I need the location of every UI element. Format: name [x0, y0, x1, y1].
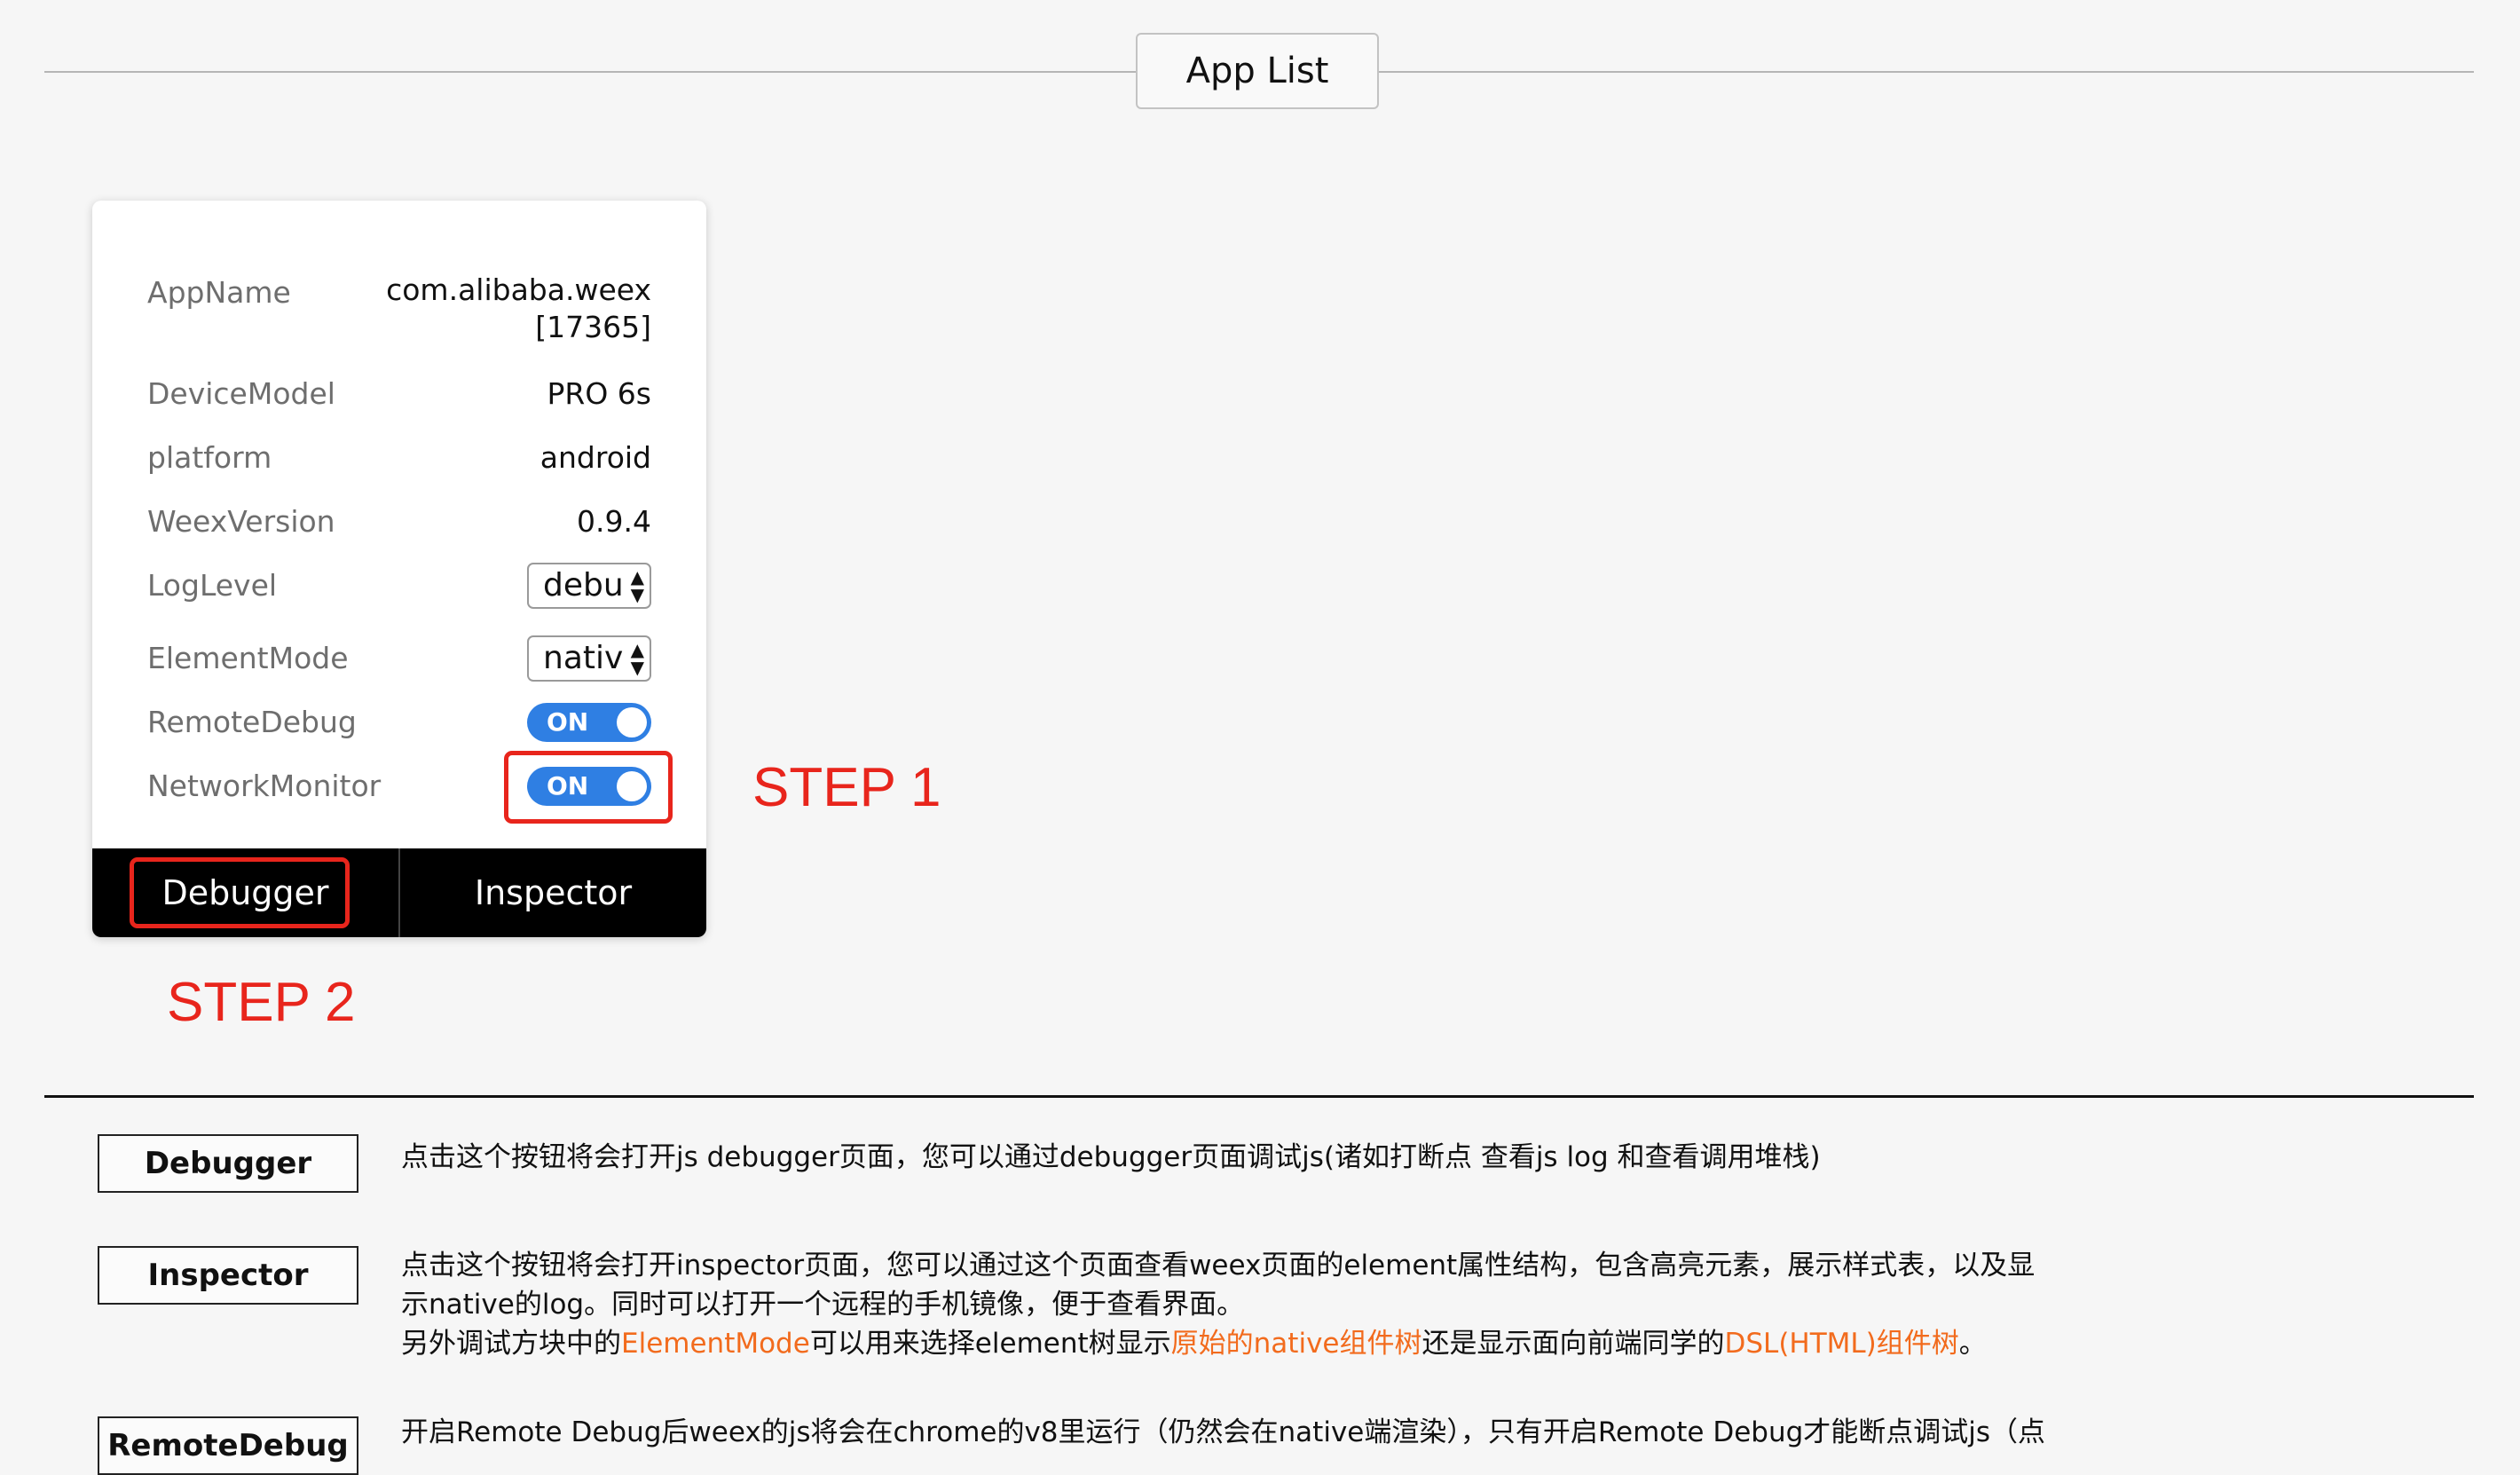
appname-label: AppName — [147, 275, 291, 310]
doc-remotedebug-label: RemoteDebug — [107, 1428, 349, 1463]
app-list-tab[interactable]: App List — [1136, 33, 1379, 109]
dsl-tree-highlight: DSL(HTML)组件树 — [1724, 1328, 1959, 1360]
weexversion-label: WeexVersion — [147, 504, 335, 539]
line3-part-e: 还是显示面向前端同学的 — [1421, 1328, 1725, 1360]
networkmonitor-label: NetworkMonitor — [147, 769, 382, 803]
doc-debugger-label: Debugger — [144, 1146, 312, 1181]
devicemodel-label: DeviceModel — [147, 376, 335, 411]
doc-remotedebug-button[interactable]: RemoteDebug — [98, 1416, 358, 1475]
remotedebug-toggle[interactable]: ON — [527, 703, 651, 742]
doc-inspector-line2: 示native的log。同时可以打开一个远程的手机镜像，便于查看界面。 — [401, 1289, 1245, 1321]
inspector-button-label: Inspector — [474, 873, 633, 912]
weexversion-value: 0.9.4 — [577, 504, 651, 539]
doc-inspector-text: 点击这个按钮将会打开inspector页面，您可以通过这个页面查看weex页面的… — [401, 1246, 2035, 1363]
section-divider — [44, 1095, 2474, 1098]
line3-part-a: 另外调试方块中的 — [401, 1328, 621, 1360]
doc-inspector-line3: 另外调试方块中的ElementMode可以用来选择element树显示原始的na… — [401, 1324, 2035, 1363]
toggle-knob — [617, 707, 647, 738]
remotedebug-label: RemoteDebug — [147, 705, 357, 739]
step2-highlight-box — [130, 857, 350, 928]
header-rule-left — [44, 71, 1136, 73]
native-tree-highlight: 原始的native组件树 — [1170, 1328, 1422, 1360]
appname-value-line2: [17365] — [535, 310, 651, 344]
doc-inspector-button[interactable]: Inspector — [98, 1246, 358, 1305]
elementmode-select[interactable]: native ▲▼ — [527, 635, 651, 682]
elementmode-label: ElementMode — [147, 641, 349, 675]
doc-debugger-button[interactable]: Debugger — [98, 1134, 358, 1193]
step2-annotation: STEP 2 — [167, 972, 356, 1033]
loglevel-label: LogLevel — [147, 568, 278, 603]
header-rule-right — [1379, 71, 2474, 73]
doc-inspector-label: Inspector — [147, 1258, 309, 1293]
step1-annotation: STEP 1 — [752, 757, 941, 818]
inspector-button[interactable]: Inspector — [400, 848, 706, 937]
platform-value: android — [539, 440, 651, 475]
select-arrows-icon: ▲ ▼ — [630, 639, 644, 678]
line3-part-g: 。 — [1958, 1328, 1987, 1360]
doc-debugger-text: 点击这个按钮将会打开js debugger页面，您可以通过debugger页面调… — [401, 1141, 1821, 1173]
elementmode-highlight: ElementMode — [621, 1328, 810, 1360]
loglevel-select[interactable]: debug ▲▼ — [527, 563, 651, 609]
devicemodel-value: PRO 6s — [547, 376, 651, 411]
appname-value-line1: com.alibaba.weex — [386, 272, 651, 307]
toggle-on-text: ON — [547, 707, 589, 737]
app-card: AppName com.alibaba.weex [17365] DeviceM… — [92, 201, 706, 937]
elementmode-selected: native — [543, 640, 625, 676]
step1-highlight-box — [504, 751, 673, 824]
platform-label: platform — [147, 440, 272, 475]
doc-inspector-line1: 点击这个按钮将会打开inspector页面，您可以通过这个页面查看weex页面的… — [401, 1250, 2036, 1282]
doc-remotedebug-text: 开启Remote Debug后weex的js将会在chrome的v8里运行（仍然… — [401, 1416, 2046, 1448]
select-arrows-icon: ▲ ▼ — [630, 566, 644, 605]
line3-part-c: 可以用来选择element树显示 — [809, 1328, 1171, 1360]
appname-value: com.alibaba.weex [17365] — [386, 272, 651, 346]
loglevel-selected: debug — [543, 567, 625, 603]
